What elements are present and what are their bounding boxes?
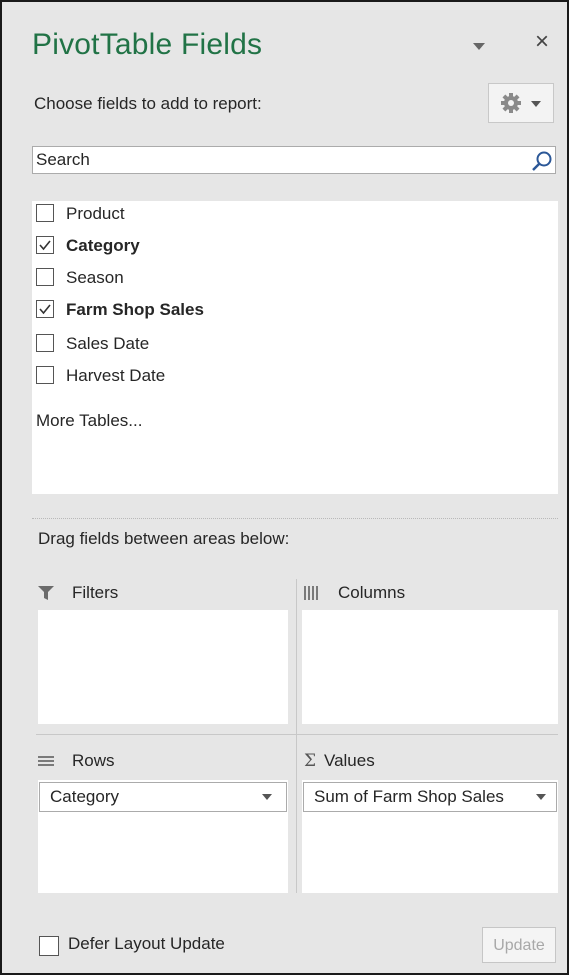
pane-title: PivotTable Fields (32, 28, 263, 61)
rows-field-pill[interactable]: Category (39, 782, 287, 812)
checkbox[interactable] (36, 334, 54, 352)
columns-area-header: Columns (304, 580, 554, 606)
filters-drop-area[interactable] (38, 610, 288, 724)
field-label: Category (66, 236, 140, 255)
field-item-category[interactable]: Category (36, 233, 436, 261)
filter-icon (38, 586, 54, 600)
divider (296, 579, 297, 893)
pill-label: Category (50, 787, 119, 806)
rows-icon (38, 756, 54, 766)
rows-drop-area[interactable]: Category (38, 780, 288, 893)
checkbox[interactable] (36, 204, 54, 222)
chevron-down-icon[interactable] (536, 794, 546, 801)
divider (36, 734, 558, 735)
field-label: Farm Shop Sales (66, 300, 204, 319)
columns-label: Columns (338, 583, 406, 602)
values-label: Values (324, 751, 375, 770)
field-label: Product (66, 204, 125, 223)
checkbox[interactable] (36, 366, 54, 384)
field-label: Harvest Date (66, 366, 166, 385)
chevron-down-icon (531, 101, 541, 107)
field-item-harvest-date[interactable]: Harvest Date (36, 363, 436, 391)
search-box (32, 146, 556, 174)
choose-fields-label: Choose fields to add to report: (34, 94, 262, 113)
filters-label: Filters (72, 583, 119, 602)
checkmark-icon (39, 240, 51, 251)
field-item-farm-shop-sales[interactable]: Farm Shop Sales (36, 297, 436, 325)
rows-area-header: Rows (38, 748, 288, 774)
rows-label: Rows (72, 751, 115, 770)
checkbox-checked[interactable] (36, 300, 54, 318)
divider (32, 518, 558, 519)
field-label: Sales Date (66, 334, 150, 353)
drag-fields-label: Drag fields between areas below: (38, 529, 290, 548)
chevron-down-icon[interactable] (262, 794, 272, 801)
gear-icon (501, 93, 521, 113)
field-list: Product Category Season Farm Shop Sales … (32, 201, 558, 494)
tools-button[interactable] (488, 83, 554, 123)
defer-layout-label: Defer Layout Update (68, 934, 225, 953)
search-icon[interactable] (531, 150, 553, 172)
values-drop-area[interactable]: Sum of Farm Shop Sales (302, 780, 558, 893)
columns-icon (304, 586, 318, 600)
checkbox-checked[interactable] (36, 236, 54, 254)
field-item-season[interactable]: Season (36, 265, 436, 293)
search-input[interactable] (33, 147, 523, 173)
pivottable-fields-pane: PivotTable Fields × Choose fields to add… (0, 0, 569, 975)
update-button[interactable]: Update (482, 927, 556, 963)
checkbox[interactable] (36, 268, 54, 286)
values-field-pill[interactable]: Sum of Farm Shop Sales (303, 782, 557, 812)
filters-area-header: Filters (38, 580, 288, 606)
field-item-sales-date[interactable]: Sales Date (36, 331, 436, 359)
chevron-down-icon[interactable] (473, 38, 485, 50)
defer-layout-checkbox[interactable] (39, 936, 59, 956)
checkmark-icon (39, 304, 51, 315)
field-label: Season (66, 268, 124, 287)
pill-label: Sum of Farm Shop Sales (314, 787, 504, 806)
columns-drop-area[interactable] (302, 610, 558, 724)
field-item-product[interactable]: Product (36, 201, 436, 229)
values-area-header: Σ Values (304, 748, 554, 774)
sigma-icon: Σ (304, 751, 317, 771)
more-tables-link[interactable]: More Tables... (36, 411, 142, 431)
close-icon[interactable]: × (530, 30, 554, 54)
